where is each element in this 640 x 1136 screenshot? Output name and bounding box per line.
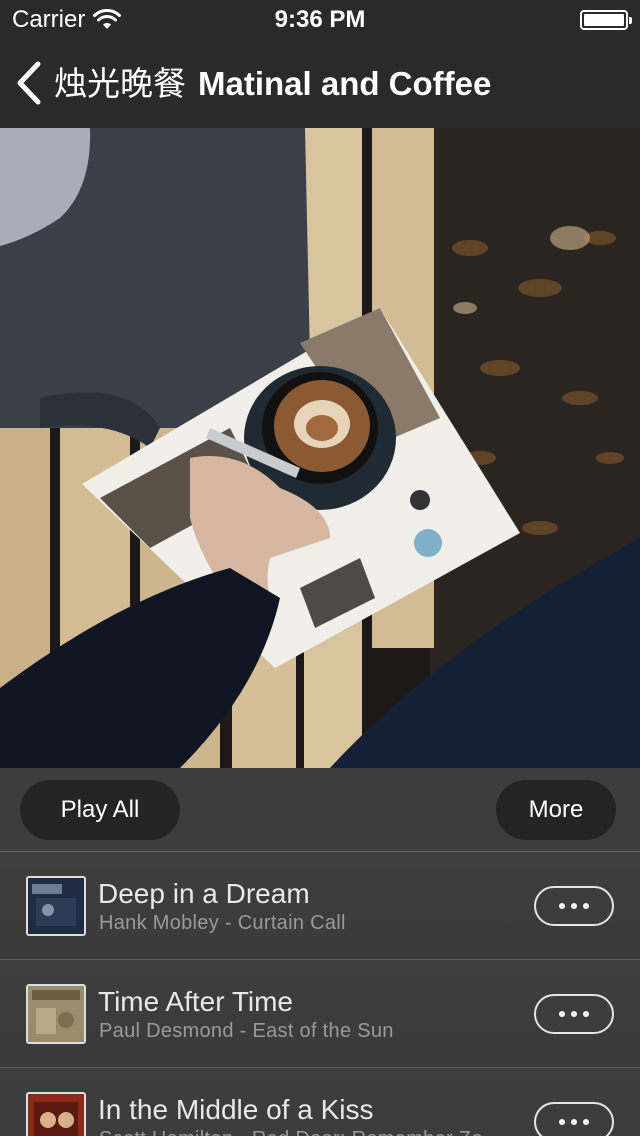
more-dot-icon [571, 1119, 577, 1125]
song-artist-album: Scott Hamilton - Red Door: Remember Zo [99, 1128, 483, 1136]
more-dot-icon [559, 903, 565, 909]
more-dot-icon [559, 1119, 565, 1125]
song-row[interactable]: Time After Time Paul Desmond - East of t… [0, 960, 640, 1068]
song-title: Time After Time [98, 986, 294, 1017]
page-title-en: Matinal and Coffee [198, 65, 492, 102]
song-artist-album: Hank Mobley - Curtain Call [99, 912, 346, 934]
song-artist-album: Paul Desmond - East of the Sun [99, 1020, 394, 1042]
song-title: Deep in a Dream [98, 878, 310, 909]
song-list: Deep in a Dream Hank Mobley - Curtain Ca… [0, 852, 640, 1136]
more-dot-icon [583, 903, 589, 909]
song-options-button[interactable] [534, 1102, 614, 1136]
song-row[interactable]: Deep in a Dream Hank Mobley - Curtain Ca… [0, 852, 640, 960]
chevron-left-icon [17, 61, 41, 105]
song-title: In the Middle of a Kiss [98, 1094, 374, 1125]
more-dot-icon [583, 1119, 589, 1125]
album-art-3 [28, 1094, 84, 1136]
song-row[interactable]: In the Middle of a Kiss Scott Hamilton -… [0, 1068, 640, 1136]
more-dot-icon [571, 1011, 577, 1017]
page-title: 烛光晚餐 Matinal and Coffee [54, 62, 491, 106]
cover-illustration [0, 128, 640, 768]
play-all-button[interactable]: Play All [20, 780, 180, 840]
more-button[interactable]: More [496, 780, 616, 840]
screen: Carrier 9:36 PM 烛光晚餐 Matinal and Coffee [0, 0, 640, 1136]
album-art-1 [28, 878, 84, 934]
album-thumbnail [26, 1092, 86, 1136]
nav-bar: 烛光晚餐 Matinal and Coffee [0, 40, 640, 128]
status-bar: Carrier 9:36 PM [0, 0, 640, 40]
more-dot-icon [559, 1011, 565, 1017]
page-title-cn: 烛光晚餐 [54, 64, 186, 103]
more-dot-icon [583, 1011, 589, 1017]
more-dot-icon [571, 903, 577, 909]
album-thumbnail [26, 876, 86, 936]
song-options-button[interactable] [534, 886, 614, 926]
album-art-2 [28, 986, 84, 1042]
battery-icon [580, 10, 632, 30]
back-button[interactable] [14, 60, 50, 108]
album-thumbnail [26, 984, 86, 1044]
action-row: Play All More [0, 768, 640, 852]
status-time: 9:36 PM [274, 6, 366, 33]
cover-image [0, 128, 640, 768]
song-options-button[interactable] [534, 994, 614, 1034]
battery-fill [584, 14, 624, 26]
